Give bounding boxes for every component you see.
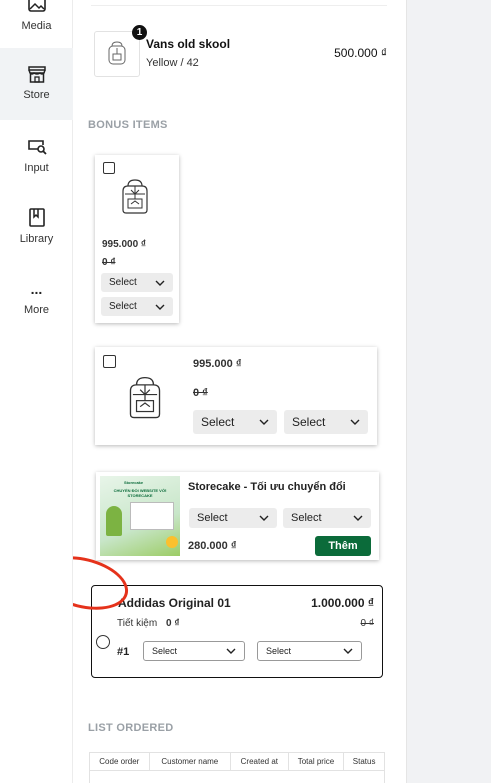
column-header[interactable]: Total price	[289, 753, 345, 770]
variant-select[interactable]: Select	[143, 641, 245, 661]
chevron-down-icon	[155, 304, 165, 310]
saving-label: Tiết kiệm	[117, 618, 158, 629]
bonus-item-name: Storecake - Tối ưu chuyển đổi	[188, 481, 346, 493]
bonus-item-price: 1.000.000 ₫	[311, 596, 374, 610]
bonus-item-price: 995.000 ₫	[102, 239, 147, 250]
variant-select[interactable]: Select	[189, 508, 277, 528]
backpack-icon	[129, 376, 161, 419]
orders-table: Code order Customer name Created at Tota…	[89, 752, 385, 783]
add-bonus-button[interactable]: Thêm	[315, 536, 371, 556]
product-name: Vans old skool	[146, 37, 231, 51]
saving-value: 0 ₫	[166, 618, 180, 629]
select-value: Select	[109, 277, 137, 288]
section-title-bonus: BONUS ITEMS	[88, 119, 168, 131]
divider	[91, 5, 387, 6]
select-value: Select	[201, 415, 235, 429]
select-value: Select	[109, 301, 137, 312]
select-value: Select	[266, 646, 292, 656]
sidebar-item-label: Store	[23, 89, 50, 101]
sidebar-item-input[interactable]: Input	[0, 136, 73, 180]
chevron-down-icon	[343, 648, 353, 654]
variant-select[interactable]: Select	[257, 641, 362, 661]
bonus-item-price: 280.000 ₫	[188, 540, 237, 552]
sidebar-item-label: More	[23, 304, 50, 316]
sidebar-item-store[interactable]: Store	[0, 48, 73, 120]
image-icon	[26, 0, 48, 16]
bonus-item-card: Storecake CHUYỂN ĐỔI WEBSITE VỚI STORECA…	[96, 472, 379, 560]
banner-dot	[166, 536, 178, 548]
banner-headline: CHUYỂN ĐỔI WEBSITE VỚI STORECAKE	[113, 488, 167, 498]
product-banner-image: Storecake CHUYỂN ĐỔI WEBSITE VỚI STORECA…	[100, 476, 180, 556]
sidebar-item-library[interactable]: Library	[0, 207, 73, 251]
variant-select[interactable]: Select	[101, 273, 173, 292]
bonus-item-radio[interactable]	[96, 635, 110, 649]
bonus-item-compare-price: 0 ₫	[102, 257, 116, 268]
bonus-item-card-selected: Addidas Original 01 1.000.000 ₫ Tiết kiệ…	[91, 585, 383, 678]
bonus-item-compare-price: 0 ₫	[193, 387, 208, 399]
sidebar-item-label: Library	[19, 233, 54, 245]
chevron-down-icon	[155, 280, 165, 286]
select-value: Select	[197, 512, 228, 524]
bonus-item-card: 995.000 ₫ 0 ₫ Select Select	[95, 155, 179, 323]
quantity-badge: 1	[132, 25, 147, 40]
column-header[interactable]: Customer name	[150, 753, 232, 770]
bonus-item-compare-price: 0 ₫	[360, 618, 374, 629]
chevron-down-icon	[226, 648, 236, 654]
chevron-down-icon	[353, 515, 363, 521]
sidebar-item-label: Input	[24, 162, 49, 174]
book-icon	[26, 207, 48, 229]
bonus-item-price: 995.000 ₫	[193, 358, 242, 370]
variant-select[interactable]: Select	[284, 410, 368, 434]
chevron-down-icon	[259, 515, 269, 521]
variant-select[interactable]: Select	[101, 297, 173, 316]
chevron-down-icon	[259, 419, 269, 425]
more-dots-icon: ...	[30, 281, 43, 297]
column-header[interactable]: Created at	[231, 753, 289, 770]
section-title-orders: LIST ORDERED	[88, 722, 174, 734]
backpack-icon	[122, 179, 148, 214]
select-value: Select	[292, 415, 326, 429]
chevron-down-icon	[350, 419, 360, 425]
bonus-item-checkbox[interactable]	[103, 162, 115, 174]
select-value: Select	[152, 646, 178, 656]
banner-figure	[106, 506, 122, 536]
table-header-row: Code order Customer name Created at Tota…	[90, 753, 384, 771]
bonus-item-card: 995.000 ₫ 0 ₫ Select Select	[95, 347, 377, 445]
banner-brand: Storecake	[124, 480, 144, 485]
product-variant: Yellow / 42	[146, 57, 199, 69]
cart-line-item: 1 Vans old skool Yellow / 42 500.000 ₫	[94, 25, 390, 79]
banner-mockup	[130, 502, 174, 530]
input-search-icon	[26, 136, 48, 158]
main-panel: 1 Vans old skool Yellow / 42 500.000 ₫ B…	[73, 0, 407, 783]
product-price: 500.000 ₫	[334, 46, 387, 60]
bonus-item-name: Addidas Original 01	[118, 596, 231, 610]
right-panel	[407, 0, 491, 783]
bonus-item-index: #1	[117, 646, 130, 658]
left-sidebar: Media Store Input Library ... More	[0, 0, 73, 783]
sidebar-item-more[interactable]: ... More	[0, 278, 73, 322]
bonus-item-checkbox[interactable]	[103, 355, 116, 368]
select-value: Select	[291, 512, 322, 524]
table-body	[90, 771, 384, 783]
store-icon	[26, 63, 48, 85]
product-thumbnail	[94, 31, 140, 77]
variant-select[interactable]: Select	[193, 410, 277, 434]
sidebar-item-media[interactable]: Media	[0, 0, 73, 38]
column-header[interactable]: Code order	[90, 753, 150, 770]
variant-select[interactable]: Select	[283, 508, 371, 528]
backpack-icon	[108, 41, 126, 65]
sidebar-item-label: Media	[21, 20, 52, 32]
column-header[interactable]: Status	[344, 753, 384, 770]
